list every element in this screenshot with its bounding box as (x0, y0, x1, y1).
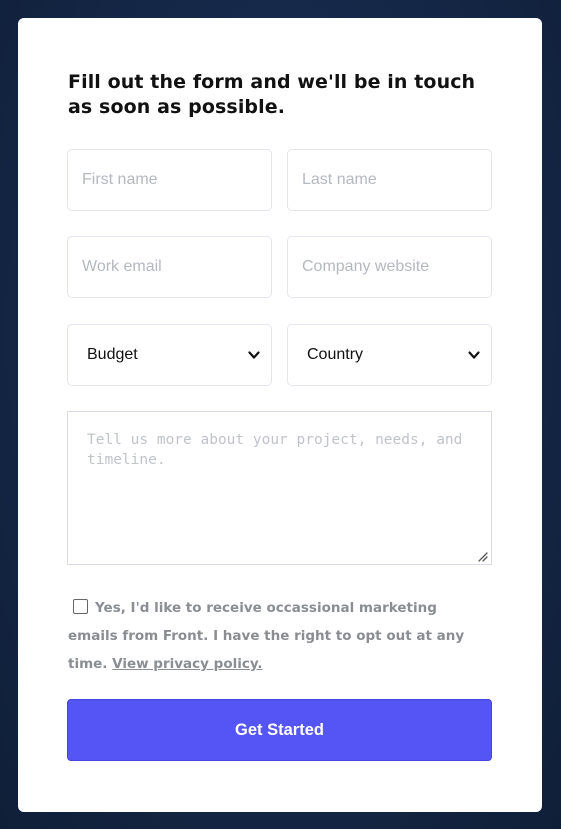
form-heading: Fill out the form and we'll be in touch … (68, 71, 476, 118)
marketing-consent-checkbox[interactable] (73, 599, 88, 614)
country-select-value: Country (307, 346, 364, 363)
project-details-textarea[interactable] (67, 411, 492, 565)
chevron-down-icon (468, 351, 480, 359)
last-name-input[interactable] (287, 149, 492, 211)
work-email-input[interactable] (67, 236, 272, 298)
privacy-policy-link[interactable]: View privacy policy. (112, 656, 262, 672)
get-started-button[interactable]: Get Started (67, 699, 492, 761)
marketing-consent: Yes, I'd like to receive occassional mar… (68, 594, 488, 678)
budget-select-value: Budget (87, 346, 138, 363)
company-website-input[interactable] (287, 236, 492, 298)
country-select[interactable]: Country (287, 324, 492, 386)
budget-select[interactable]: Budget (67, 324, 272, 386)
first-name-input[interactable] (67, 149, 272, 211)
resize-handle-icon[interactable] (476, 550, 488, 562)
chevron-down-icon (248, 351, 260, 359)
form-card: Fill out the form and we'll be in touch … (18, 18, 542, 812)
